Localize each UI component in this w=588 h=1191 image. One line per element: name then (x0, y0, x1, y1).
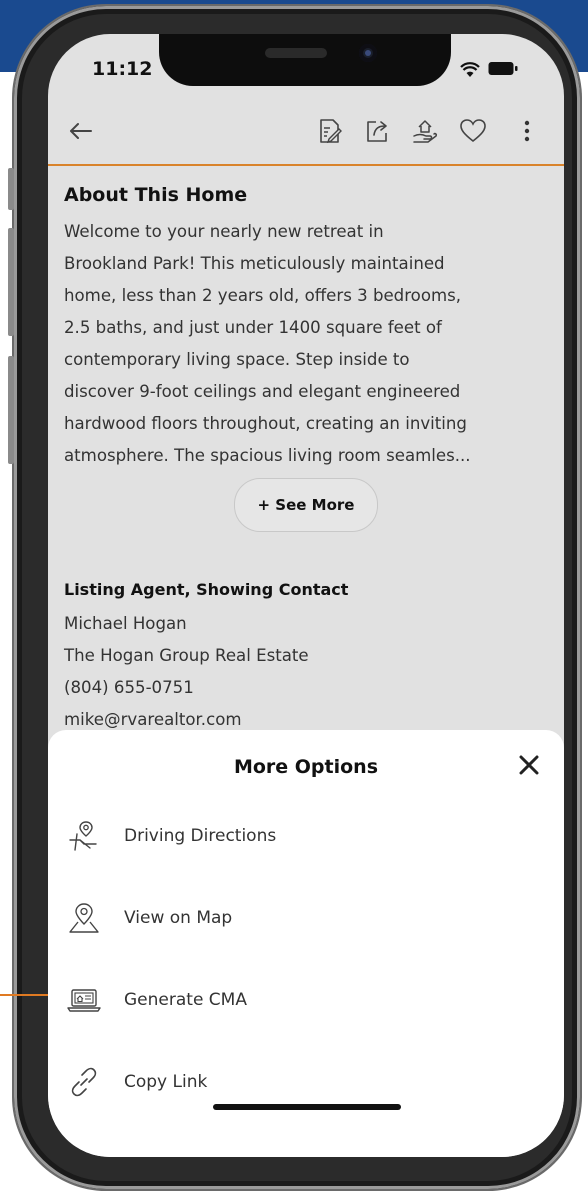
option-label: View on Map (124, 908, 233, 928)
map-pin-icon (69, 903, 99, 933)
heart-icon[interactable] (458, 116, 488, 146)
phone-screen: 11:12 About This Home Welcome to your ne… (48, 34, 564, 1157)
option-label: Copy Link (124, 1072, 208, 1092)
description-line: contemporary living space. Step inside t… (64, 350, 410, 369)
option-generate-cma[interactable]: Generate CMA (66, 976, 536, 1026)
description-line: home, less than 2 years old, offers 3 be… (64, 286, 462, 305)
side-button (8, 168, 14, 210)
home-indicator[interactable] (213, 1104, 401, 1110)
volume-down-button (8, 356, 14, 464)
about-heading: About This Home (64, 184, 248, 206)
notch (159, 34, 451, 86)
option-driving-directions[interactable]: Driving Directions (66, 812, 536, 862)
volume-up-button (8, 228, 14, 336)
link-icon (71, 1067, 97, 1097)
more-vertical-icon[interactable] (512, 116, 542, 146)
description-line: hardwood floors throughout, creating an … (64, 414, 467, 433)
directions-pin-icon (69, 821, 97, 851)
listing-content: About This Home Welcome to your nearly n… (64, 184, 554, 729)
about-description: Welcome to your nearly new retreat in Br… (64, 216, 554, 472)
description-line: 2.5 baths, and just under 1400 square fe… (64, 318, 442, 337)
option-label: Generate CMA (124, 990, 247, 1010)
option-copy-link[interactable]: Copy Link (66, 1058, 536, 1108)
agent-email[interactable]: mike@rvarealtor.com (64, 710, 242, 729)
agent-company: The Hogan Group Real Estate (64, 646, 309, 665)
more-options-sheet: More Options Driving Directions View on … (48, 730, 564, 1157)
offer-hand-icon[interactable] (410, 116, 440, 146)
speaker-grille (265, 48, 327, 58)
option-label: Driving Directions (124, 826, 277, 846)
description-line: atmosphere. The spacious living room sea… (64, 446, 471, 465)
agent-name: Michael Hogan (64, 614, 187, 633)
battery-icon (488, 62, 518, 75)
share-icon[interactable] (362, 116, 392, 146)
agent-phone[interactable]: (804) 655-0751 (64, 678, 194, 697)
status-time: 11:12 (92, 58, 153, 80)
close-icon[interactable] (518, 754, 540, 776)
cma-laptop-icon (67, 989, 101, 1012)
agent-heading: Listing Agent, Showing Contact (64, 580, 349, 599)
sheet-title: More Options (233, 756, 379, 778)
toolbar (48, 106, 564, 166)
description-line: Brookland Park! This meticulously mainta… (64, 254, 445, 273)
front-camera (359, 44, 377, 62)
option-view-on-map[interactable]: View on Map (66, 894, 536, 944)
description-line: discover 9-foot ceilings and elegant eng… (64, 382, 461, 401)
description-line: Welcome to your nearly new retreat in (64, 222, 384, 241)
notes-icon[interactable] (314, 116, 344, 146)
back-arrow-icon[interactable] (66, 116, 96, 146)
wifi-icon (460, 62, 480, 77)
see-more-button[interactable]: + See More (234, 478, 378, 532)
